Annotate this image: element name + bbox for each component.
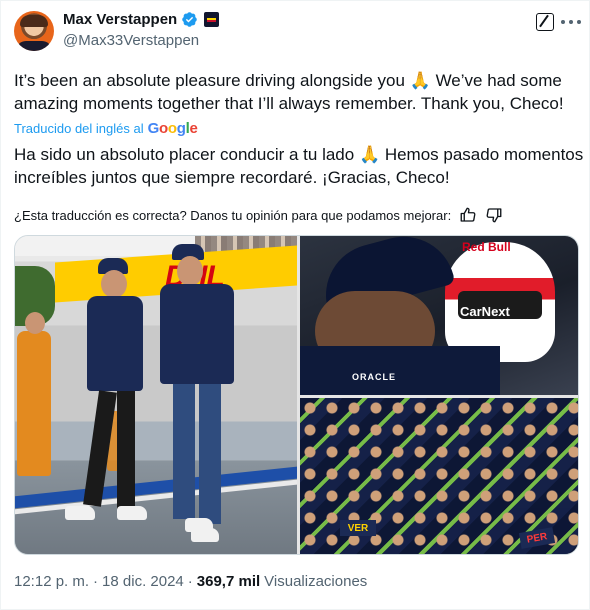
avatar-shirt [16, 41, 52, 51]
driver2-head [177, 256, 203, 286]
driver2-leg-left [173, 384, 195, 519]
author-name-row: Max Verstappen [63, 11, 220, 28]
driver2-jacket [160, 284, 234, 384]
driver1-head [101, 270, 127, 298]
meta-separator: · [93, 573, 99, 590]
tweet-translated-text: Ha sido un absoluto placer conducir a tu… [14, 145, 584, 187]
team-shirt [300, 346, 500, 395]
avatar[interactable] [14, 11, 54, 51]
grok-icon[interactable] [536, 13, 554, 31]
tweet-date[interactable]: 18 dic. 2024 [102, 573, 184, 590]
avatar-hair [20, 15, 48, 27]
translation-feedback: ¿Esta traducción es correcta? Danos tu o… [14, 206, 503, 224]
translation-feedback-prompt: ¿Esta traducción es correcta? Danos tu o… [14, 207, 452, 223]
driver2-shoe-right [191, 528, 219, 542]
photo-helmet-hug[interactable]: Red Bull CarNext ORACLE [300, 236, 578, 395]
views-count[interactable]: 369,7 mil [197, 573, 260, 590]
driver1-leg-right [117, 391, 135, 509]
driver2-leg-right [199, 384, 221, 524]
translation-attribution-label: Traducido del inglés al [14, 121, 144, 136]
thumbs-down-icon[interactable] [485, 206, 503, 224]
red-bull-racing-badge-icon[interactable] [204, 12, 220, 27]
google-logo: Google [147, 120, 198, 137]
author-display-name[interactable]: Max Verstappen [63, 11, 177, 28]
media-grid: DHL Red Bull [14, 235, 579, 555]
driver1-shoe-left [65, 506, 95, 520]
driver1-jacket [87, 296, 143, 391]
shirt-sponsor-text: ORACLE [352, 372, 396, 382]
driver1-shoe-right [117, 506, 147, 520]
tweet-time[interactable]: 12:12 p. m. [14, 573, 89, 590]
tweet-card: Max Verstappen @Max33Verstappen It’s bee… [0, 0, 590, 610]
tweet-meta: 12:12 p. m. · 18 dic. 2024 · 369,7 mil V… [14, 573, 367, 590]
photo-drivers-walking[interactable]: DHL [15, 236, 297, 554]
marshal-figure [17, 331, 51, 476]
verified-badge-icon[interactable] [181, 11, 198, 28]
team-sign-ver: VER [340, 520, 376, 536]
helmet-brand-text: Red Bull [462, 240, 511, 254]
views-label: Visualizaciones [264, 573, 368, 590]
author-handle[interactable]: @Max33Verstappen [63, 32, 199, 49]
thumbs-up-icon[interactable] [459, 206, 477, 224]
translation-attribution[interactable]: Traducido del inglés al Google [14, 120, 198, 137]
photo-team-celebration[interactable]: VER PER [300, 398, 578, 554]
helmet-sponsor-text: CarNext [460, 304, 510, 319]
tweet-original-text: It’s been an absolute pleasure driving a… [14, 71, 564, 113]
more-options-icon[interactable] [561, 13, 581, 31]
meta-separator-2: · [187, 573, 193, 590]
marshal-head [25, 312, 45, 334]
